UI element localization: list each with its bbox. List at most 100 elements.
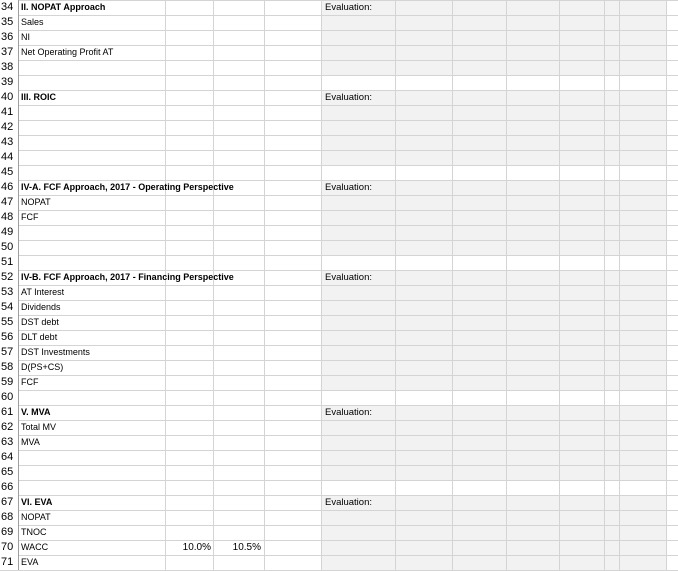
gridline-horizontal <box>0 285 678 286</box>
gridline-horizontal <box>0 165 678 166</box>
row-header[interactable]: 52 <box>0 270 18 285</box>
cell-label[interactable]: Net Operating Profit AT <box>21 45 113 60</box>
cell-value[interactable]: 10.5% <box>213 540 261 555</box>
row-header[interactable]: 40 <box>0 90 18 105</box>
row-header[interactable]: 66 <box>0 480 18 495</box>
cell-label[interactable]: IV-B. FCF Approach, 2017 - Financing Per… <box>21 270 234 285</box>
row-header[interactable]: 60 <box>0 390 18 405</box>
row-header[interactable]: 38 <box>0 60 18 75</box>
row-header[interactable]: 46 <box>0 180 18 195</box>
cell-label[interactable]: DST Investments <box>21 345 90 360</box>
row-header[interactable]: 61 <box>0 405 18 420</box>
gridline-horizontal <box>0 225 678 226</box>
gridline-horizontal <box>0 510 678 511</box>
row-header[interactable]: 45 <box>0 165 18 180</box>
gridline-vertical <box>165 0 166 570</box>
row-header[interactable]: 70 <box>0 540 18 555</box>
gridline-horizontal <box>0 465 678 466</box>
row-header[interactable]: 64 <box>0 450 18 465</box>
row-header[interactable]: 49 <box>0 225 18 240</box>
evaluation-area[interactable] <box>321 180 666 255</box>
gridline-horizontal <box>0 405 678 406</box>
gridline-horizontal <box>0 210 678 211</box>
gridline-vertical <box>395 0 396 570</box>
gridline-horizontal <box>0 345 678 346</box>
row-header[interactable]: 35 <box>0 15 18 30</box>
gridline-vertical <box>506 0 507 570</box>
row-header[interactable]: 42 <box>0 120 18 135</box>
evaluation-label: Evaluation: <box>325 182 373 193</box>
row-header[interactable]: 63 <box>0 435 18 450</box>
cell-label[interactable]: MVA <box>21 435 40 450</box>
row-header[interactable]: 65 <box>0 465 18 480</box>
gridline-horizontal <box>0 315 678 316</box>
row-header[interactable]: 50 <box>0 240 18 255</box>
gridline-horizontal <box>0 255 678 256</box>
cell-label[interactable]: VI. EVA <box>21 495 52 510</box>
row-header[interactable]: 67 <box>0 495 18 510</box>
gridline-horizontal <box>0 420 678 421</box>
row-header[interactable]: 56 <box>0 330 18 345</box>
evaluation-area[interactable] <box>321 0 666 75</box>
cell-label[interactable]: DLT debt <box>21 330 57 345</box>
gridline-horizontal <box>0 540 678 541</box>
row-header[interactable]: 55 <box>0 315 18 330</box>
evaluation-area[interactable] <box>321 495 666 570</box>
gridline-vertical <box>264 0 265 570</box>
row-header[interactable]: 59 <box>0 375 18 390</box>
gridline-vertical <box>666 0 667 570</box>
gridline-vertical <box>604 0 605 570</box>
row-header[interactable]: 43 <box>0 135 18 150</box>
cell-label[interactable]: AT Interest <box>21 285 64 300</box>
row-header[interactable]: 51 <box>0 255 18 270</box>
row-header[interactable]: 69 <box>0 525 18 540</box>
gridline-vertical <box>559 0 560 570</box>
row-header[interactable]: 53 <box>0 285 18 300</box>
cell-label[interactable]: NOPAT <box>21 510 51 525</box>
cell-label[interactable]: EVA <box>21 555 38 570</box>
gridline-horizontal <box>0 330 678 331</box>
cell-label[interactable]: V. MVA <box>21 405 51 420</box>
gridline-horizontal <box>0 30 678 31</box>
cell-label[interactable]: DST debt <box>21 315 59 330</box>
row-header[interactable]: 44 <box>0 150 18 165</box>
row-header[interactable]: 41 <box>0 105 18 120</box>
cell-label[interactable]: TNOC <box>21 525 47 540</box>
evaluation-area[interactable] <box>321 90 666 165</box>
cell-label[interactable]: D(PS+CS) <box>21 360 63 375</box>
gridline-horizontal <box>0 105 678 106</box>
gridline-horizontal <box>0 480 678 481</box>
row-header[interactable]: 68 <box>0 510 18 525</box>
row-header[interactable]: 58 <box>0 360 18 375</box>
row-header[interactable]: 48 <box>0 210 18 225</box>
cell-label[interactable]: FCF <box>21 210 39 225</box>
cell-label[interactable]: NI <box>21 30 30 45</box>
cell-label[interactable]: II. NOPAT Approach <box>21 0 105 15</box>
cell-label[interactable]: III. ROIC <box>21 90 56 105</box>
cell-label[interactable]: Total MV <box>21 420 56 435</box>
row-header[interactable]: 37 <box>0 45 18 60</box>
gridline-horizontal <box>0 195 678 196</box>
cell-value[interactable]: 10.0% <box>165 540 211 555</box>
cell-label[interactable]: WACC <box>21 540 48 555</box>
row-header[interactable]: 71 <box>0 555 18 570</box>
row-header[interactable]: 54 <box>0 300 18 315</box>
row-header[interactable]: 34 <box>0 0 18 15</box>
row-header[interactable]: 57 <box>0 345 18 360</box>
cell-label[interactable]: FCF <box>21 375 39 390</box>
row-header[interactable]: 36 <box>0 30 18 45</box>
row-header[interactable]: 47 <box>0 195 18 210</box>
gridline-horizontal <box>0 150 678 151</box>
spreadsheet-grid[interactable]: Evaluation: Evaluation: Evaluation: Evaluat… <box>0 0 678 571</box>
cell-label[interactable]: Sales <box>21 15 44 30</box>
gridline-horizontal <box>0 135 678 136</box>
gridline-horizontal <box>0 300 678 301</box>
row-header[interactable]: 39 <box>0 75 18 90</box>
gridline-horizontal <box>0 525 678 526</box>
cell-label[interactable]: IV-A. FCF Approach, 2017 - Operating Per… <box>21 180 234 195</box>
cell-label[interactable]: Dividends <box>21 300 61 315</box>
cell-label[interactable]: NOPAT <box>21 195 51 210</box>
evaluation-area[interactable] <box>321 405 666 480</box>
row-header[interactable]: 62 <box>0 420 18 435</box>
gridline-horizontal <box>0 60 678 61</box>
